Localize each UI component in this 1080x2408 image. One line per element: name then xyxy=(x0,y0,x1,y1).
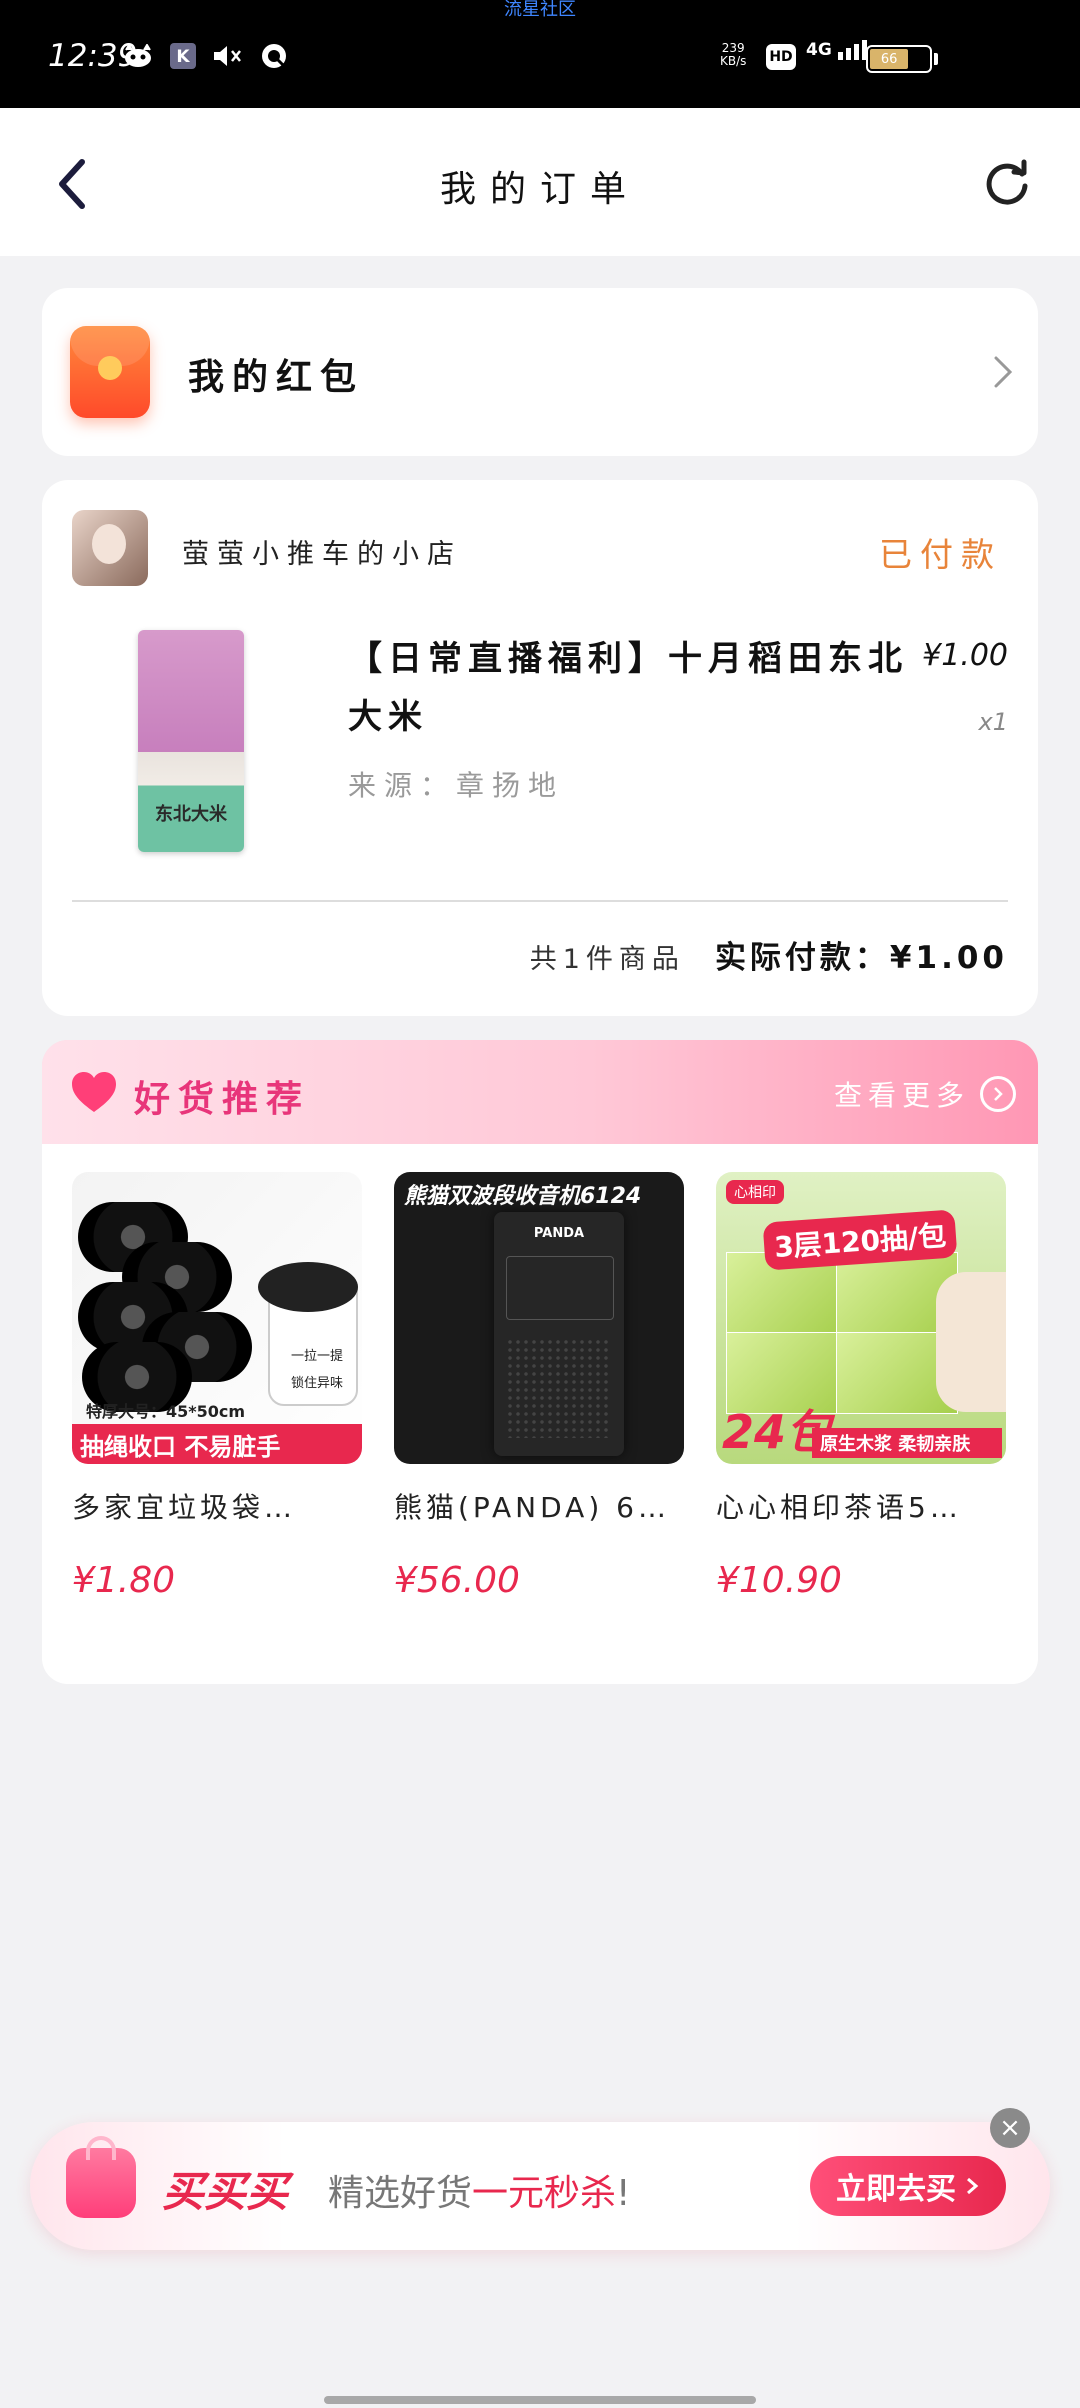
network-type: 4G xyxy=(806,40,870,60)
svg-text:K: K xyxy=(176,47,190,67)
item-count: 共1件商品 xyxy=(529,944,685,975)
red-packet-label: 我的红包 xyxy=(188,357,365,398)
product-image-label: 东北大米 xyxy=(155,804,227,825)
paid-amount: 实际付款：¥1.00 xyxy=(714,940,1008,976)
q-app-icon xyxy=(258,42,290,70)
close-promo-button[interactable]: × xyxy=(990,2108,1030,2148)
cat-app-icon xyxy=(122,42,154,70)
k-app-icon: K xyxy=(168,42,198,70)
recommend-item[interactable]: 心相印 3层120抽/包 24包 原生木浆 柔韧亲肤 心心相印茶语5… ¥10.… xyxy=(716,1172,1006,1601)
product-name: 多家宜垃圾袋… xyxy=(72,1491,297,1524)
order-status: 已付款 xyxy=(879,535,1002,574)
shop-name[interactable]: 萤萤小推车的小店 xyxy=(182,532,462,571)
hd-badge: HD xyxy=(766,44,796,70)
battery-level: 66 xyxy=(870,49,909,69)
product-name: 心心相印茶语5… xyxy=(716,1491,962,1524)
shopping-bag-icon xyxy=(66,2136,136,2218)
page-title: 我的订单 xyxy=(439,169,640,210)
refresh-button[interactable] xyxy=(982,158,1032,208)
product-quantity: x1 xyxy=(978,708,1008,736)
product-image[interactable]: 熊猫双波段收音机6124 PANDA xyxy=(394,1172,684,1464)
product-price: ¥56.00 xyxy=(394,1560,520,1601)
promo-slogan: 精选好货一元秒杀! xyxy=(328,2173,631,2214)
product-name: 熊猫(PANDA) 6124… xyxy=(394,1491,684,1524)
recommend-title: 好货推荐 xyxy=(134,1079,311,1120)
chevron-circle-icon xyxy=(980,1076,1016,1112)
shop-avatar[interactable] xyxy=(72,510,148,586)
promo-banner[interactable]: 买买买 精选好货一元秒杀! 立即去买 xyxy=(30,2122,1050,2250)
order-summary: 共1件商品 实际付款：¥1.00 xyxy=(530,932,1008,977)
product-source: 来源：章扬地 xyxy=(348,769,565,802)
refresh-icon xyxy=(986,159,1028,205)
battery-tip xyxy=(934,53,938,65)
divider xyxy=(72,900,1008,902)
recommend-section: 好货推荐 查看更多 一拉一提 锁住异味 特厚大号：45*50cm 抽绳收口 不易… xyxy=(42,1040,1038,1684)
chevron-right-icon xyxy=(990,354,1016,390)
chevron-right-icon xyxy=(967,2177,979,2195)
product-image[interactable]: 东北大米 xyxy=(138,630,244,852)
status-notification-text: 流星社区 xyxy=(504,0,576,20)
status-bar: 流星社区 12:39 K 239 KB/s HD 4G 66 xyxy=(0,0,1080,108)
red-packet-icon xyxy=(70,326,150,418)
recommend-item[interactable]: 熊猫双波段收音机6124 PANDA 熊猫(PANDA) 6124… ¥56.0… xyxy=(394,1172,684,1601)
recommend-header: 好货推荐 查看更多 xyxy=(42,1040,1038,1144)
recommend-list: 一拉一提 锁住异味 特厚大号：45*50cm 抽绳收口 不易脏手 多家宜垃圾袋…… xyxy=(42,1144,1038,1684)
buy-now-button[interactable]: 立即去买 xyxy=(810,2156,1006,2216)
home-indicator[interactable] xyxy=(324,2396,756,2404)
view-more-label: 查看更多 xyxy=(833,1079,970,1112)
product-price: ¥1.00 xyxy=(922,638,1008,673)
heart-icon xyxy=(72,1072,116,1112)
product-price: ¥1.80 xyxy=(72,1560,176,1601)
promo-brand: 买买买 xyxy=(162,2167,289,2216)
product-title[interactable]: 【日常直播福利】十月稻田东北大米 xyxy=(348,630,928,746)
red-packet-entry[interactable]: 我的红包 xyxy=(42,288,1038,456)
product-image[interactable]: 一拉一提 锁住异味 特厚大号：45*50cm 抽绳收口 不易脏手 xyxy=(72,1172,362,1464)
mute-icon xyxy=(212,42,244,70)
battery-icon: 66 xyxy=(866,45,932,73)
product-image[interactable]: 心相印 3层120抽/包 24包 原生木浆 柔韧亲肤 xyxy=(716,1172,1006,1464)
recommend-item[interactable]: 一拉一提 锁住异味 特厚大号：45*50cm 抽绳收口 不易脏手 多家宜垃圾袋…… xyxy=(72,1172,362,1601)
buy-now-label: 立即去买 xyxy=(836,2172,956,2207)
product-price: ¥10.90 xyxy=(716,1560,842,1601)
app-header: 我的订单 xyxy=(0,108,1080,256)
network-speed: 239 KB/s xyxy=(720,41,747,68)
order-card[interactable]: 萤萤小推车的小店 已付款 东北大米 【日常直播福利】十月稻田东北大米 ¥1.00… xyxy=(42,480,1038,1016)
view-more-button[interactable]: 查看更多 xyxy=(834,1074,1016,1114)
